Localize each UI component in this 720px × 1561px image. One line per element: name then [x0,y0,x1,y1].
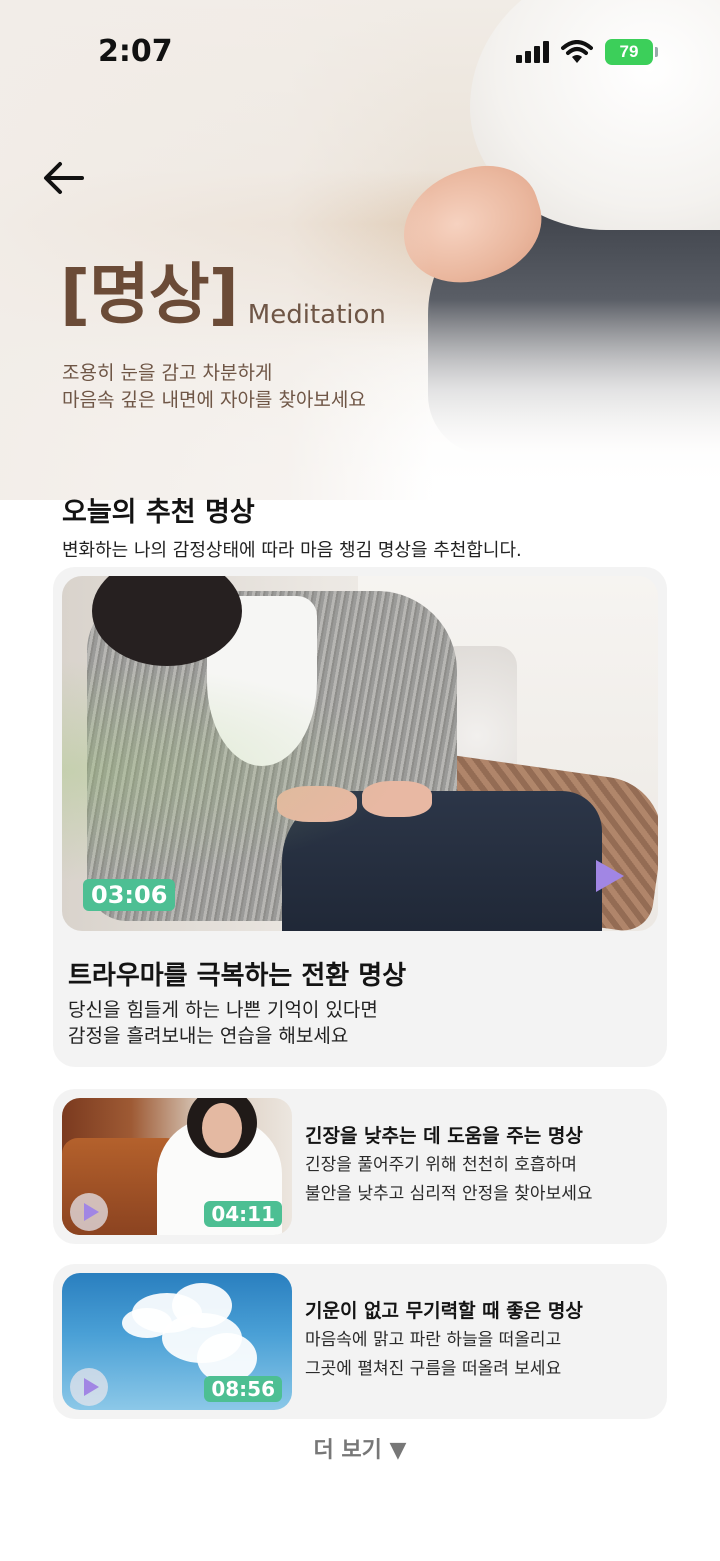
list-thumbnail: 04:11 [62,1098,292,1235]
featured-description: 당신을 힘들게 하는 나쁜 기억이 있다면 감정을 흘려보내는 연습을 해보세요 [68,997,378,1049]
list-item-description: 긴장을 풀어주기 위해 천천히 호흡하며 불안을 낮추고 심리적 안정을 찾아보… [305,1151,593,1209]
list-item-title: 기운이 없고 무기력할 때 좋은 명상 [305,1300,583,1322]
more-button[interactable]: 더 보기 ▼ [0,1432,720,1464]
list-item-desc-line1: 마음속에 맑고 파란 하늘을 떠올리고 [305,1330,562,1350]
hero-banner [0,0,720,500]
list-item-desc-line1: 긴장을 풀어주기 위해 천천히 호흡하며 [305,1155,577,1175]
featured-thumbnail: 03:06 [62,576,658,931]
back-button[interactable] [40,155,86,201]
status-icons: 79 [516,38,658,66]
list-thumbnail: 08:56 [62,1273,292,1410]
page-subtitle: 조용히 눈을 감고 차분하게 마음속 깊은 내면에 자아를 찾아보세요 [62,360,366,414]
list-item-title: 긴장을 낮추는 데 도움을 주는 명상 [305,1125,583,1147]
play-icon[interactable] [70,1368,108,1406]
battery-level: 79 [619,42,639,61]
list-item[interactable]: 04:11 긴장을 낮추는 데 도움을 주는 명상 긴장을 풀어주기 위해 천천… [53,1089,667,1244]
play-icon[interactable] [596,860,624,892]
list-item-description: 마음속에 맑고 파란 하늘을 떠올리고 그곳에 펼쳐진 구름을 떠올려 보세요 [305,1326,561,1384]
hero-fade-overlay [0,0,720,500]
signal-icon [516,41,549,63]
page-title-english: Meditation [247,300,386,330]
section-description: 변화하는 나의 감정상태에 따라 마음 챙김 명상을 추천합니다. [62,540,522,561]
page-subtitle-line2: 마음속 깊은 내면에 자아를 찾아보세요 [62,389,366,411]
section-title: 오늘의 추천 명상 [62,497,255,528]
page-title-korean: [명상] [60,256,239,333]
duration-badge: 04:11 [204,1201,282,1227]
page-title: [명상] Meditation [60,256,386,333]
battery-icon: 79 [605,39,658,65]
featured-desc-line2: 감정을 흘려보내는 연습을 해보세요 [68,1025,349,1047]
featured-meditation-card[interactable]: 03:06 트라우마를 극복하는 전환 명상 당신을 힘들게 하는 나쁜 기억이… [53,567,667,1067]
wifi-icon [561,40,593,63]
featured-desc-line1: 당신을 힘들게 하는 나쁜 기억이 있다면 [68,999,378,1021]
featured-title: 트라우마를 극복하는 전환 명상 [68,961,407,991]
status-time: 2:07 [98,34,173,69]
play-icon[interactable] [70,1193,108,1231]
duration-badge: 08:56 [204,1376,282,1402]
duration-badge: 03:06 [83,879,176,911]
page-subtitle-line1: 조용히 눈을 감고 차분하게 [62,362,273,384]
list-item[interactable]: 08:56 기운이 없고 무기력할 때 좋은 명상 마음속에 맑고 파란 하늘을… [53,1264,667,1419]
list-item-desc-line2: 그곳에 펼쳐진 구름을 떠올려 보세요 [305,1359,562,1379]
list-item-desc-line2: 불안을 낮추고 심리적 안정을 찾아보세요 [305,1184,593,1204]
arrow-left-icon [44,162,84,194]
